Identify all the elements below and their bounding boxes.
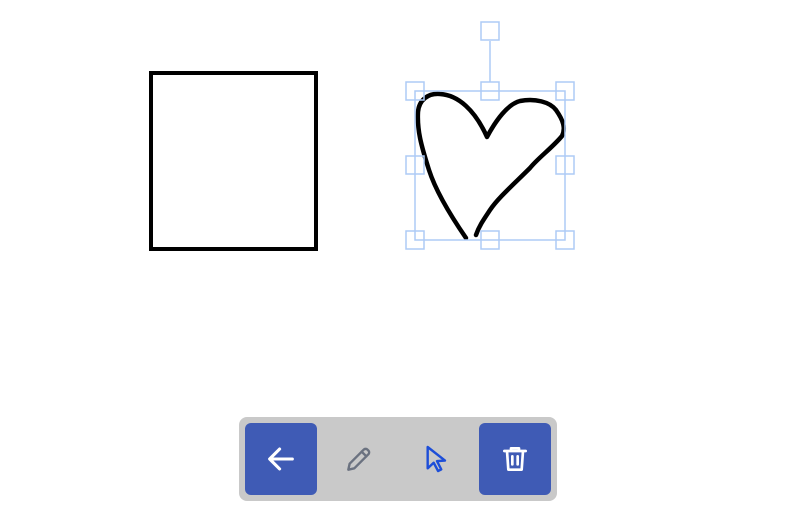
- pencil-tool-button[interactable]: [323, 423, 395, 495]
- heart-shape[interactable]: [415, 91, 566, 241]
- pencil-icon: [347, 447, 371, 471]
- toolbar: [239, 417, 557, 501]
- rotation-handle[interactable]: [480, 21, 500, 41]
- drawing-app: [0, 0, 795, 513]
- selection-bounding-box: [414, 90, 566, 241]
- trash-icon: [503, 447, 527, 471]
- arrow-left-icon: [268, 447, 294, 471]
- square-shape[interactable]: [149, 71, 318, 251]
- select-tool-button[interactable]: [401, 423, 473, 495]
- delete-button[interactable]: [479, 423, 551, 495]
- cursor-icon: [426, 445, 447, 473]
- back-button[interactable]: [245, 423, 317, 495]
